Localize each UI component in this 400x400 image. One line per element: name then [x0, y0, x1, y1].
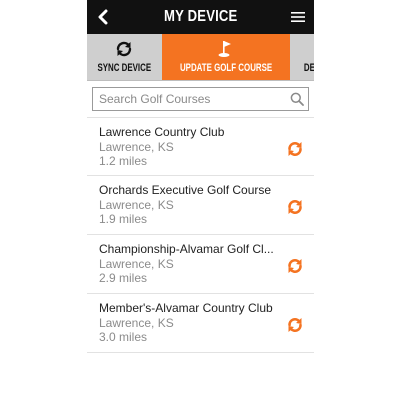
- search-area: [87, 81, 314, 115]
- tab-device-settings-label: DEVICE SETTINGS: [303, 62, 314, 74]
- course-name: Lawrence Country Club: [99, 125, 225, 139]
- tab-update-golf-course-label: UPDATE GOLF COURSE: [179, 62, 272, 74]
- course-distance: 1.9 miles: [99, 212, 148, 226]
- sync-icon: [117, 41, 132, 57]
- search-icon: [290, 92, 304, 106]
- course-location: Lawrence, KS: [99, 198, 174, 212]
- tab-device-settings[interactable]: DEVICE SETTINGS: [290, 34, 314, 80]
- course-row[interactable]: Orchards Executive Golf Course Lawrence,…: [87, 176, 314, 235]
- menu-button[interactable]: [290, 10, 306, 24]
- course-distance: 1.2 miles: [99, 154, 148, 168]
- course-location: Lawrence, KS: [99, 257, 174, 271]
- course-row[interactable]: Member's-Alvamar Country Club Lawrence, …: [87, 294, 314, 353]
- tab-update-golf-course[interactable]: UPDATE GOLF COURSE: [161, 34, 290, 80]
- tab-sync-device[interactable]: SYNC DEVICE: [87, 34, 162, 80]
- back-button[interactable]: [95, 9, 111, 25]
- page-title: MY DEVICE: [163, 8, 238, 25]
- tab-sync-device-label: SYNC DEVICE: [97, 62, 152, 74]
- course-name: Orchards Executive Golf Course: [99, 183, 272, 197]
- sync-icon[interactable]: [286, 198, 304, 216]
- golf-flag-icon: [218, 41, 231, 57]
- hamburger-menu-icon: [291, 12, 305, 22]
- search-box: [92, 87, 309, 111]
- course-row[interactable]: Lawrence Country Club Lawrence, KS 1.2 m…: [87, 117, 314, 176]
- course-location: Lawrence, KS: [99, 140, 174, 154]
- course-distance: 2.9 miles: [99, 271, 148, 285]
- course-name: Championship-Alvamar Golf Cl...: [99, 242, 274, 256]
- search-input[interactable]: [99, 92, 290, 106]
- sync-icon[interactable]: [286, 140, 304, 158]
- tab-bar: SYNC DEVICE UPDATE GOLF COURSE D: [87, 34, 314, 81]
- sync-icon[interactable]: [286, 316, 304, 334]
- chevron-left-icon: [98, 9, 108, 25]
- app-screen: MY DEVICE SYNC DEVICE UPDATE GOLF COURSE…: [87, 0, 314, 400]
- course-location: Lawrence, KS: [99, 316, 174, 330]
- course-row[interactable]: Championship-Alvamar Golf Cl... Lawrence…: [87, 235, 314, 294]
- course-list: Lawrence Country Club Lawrence, KS 1.2 m…: [87, 117, 314, 353]
- course-distance: 3.0 miles: [99, 330, 148, 344]
- sync-icon[interactable]: [286, 257, 304, 275]
- search-button[interactable]: [290, 92, 304, 106]
- course-name: Member's-Alvamar Country Club: [99, 301, 273, 315]
- top-bar: MY DEVICE: [87, 0, 314, 34]
